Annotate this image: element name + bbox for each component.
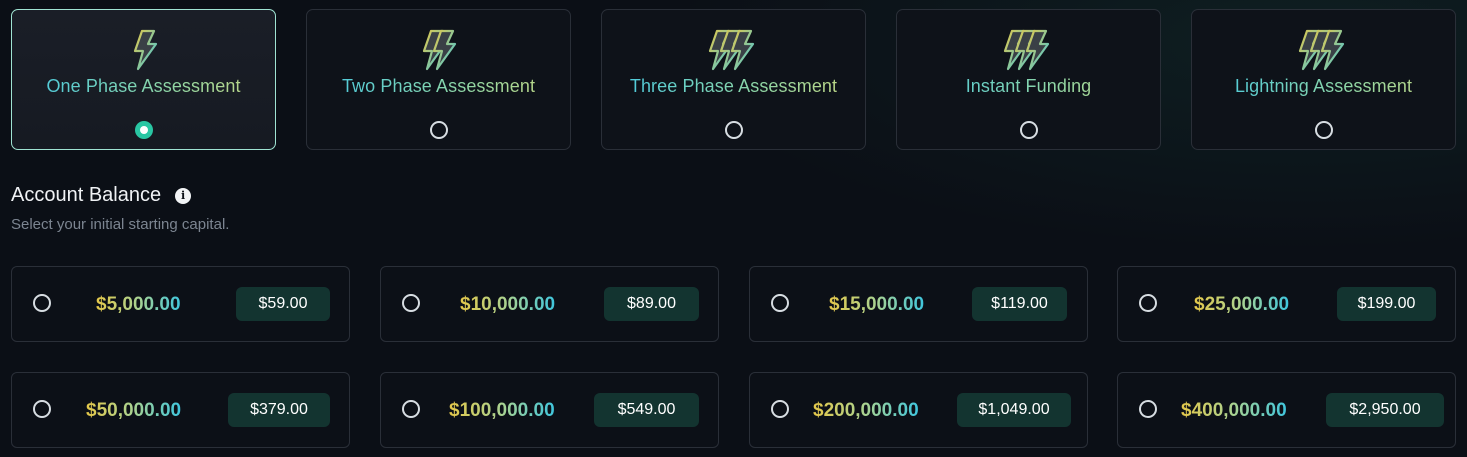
balance-amount: $400,000.00: [1181, 397, 1287, 425]
plan-card-two-phase[interactable]: Two Phase Assessment: [306, 9, 571, 150]
plan-radio-selected[interactable]: [134, 121, 153, 139]
plan-card-three-phase[interactable]: Three Phase Assessment: [601, 9, 866, 150]
balance-amount: $10,000.00: [460, 291, 555, 319]
section-title: Account Balance: [11, 184, 162, 206]
balance-radio[interactable]: [33, 294, 51, 312]
price-badge: $199.00: [1337, 287, 1436, 321]
balance-radio[interactable]: [1139, 400, 1157, 418]
plan-card-lightning[interactable]: Lightning Assessment: [1191, 9, 1456, 150]
price-badge: $2,950.00: [1326, 393, 1444, 427]
balance-radio[interactable]: [33, 400, 51, 418]
balance-option[interactable]: $100,000.00 $549.00: [380, 372, 719, 448]
balance-option[interactable]: $200,000.00 $1,049.00: [749, 372, 1088, 448]
balance-amount: $15,000.00: [829, 291, 924, 319]
price-badge: $119.00: [972, 287, 1067, 321]
balance-amount: $5,000.00: [96, 291, 181, 319]
balance-radio[interactable]: [771, 400, 789, 418]
price-badge: $1,049.00: [957, 393, 1071, 427]
triple-bolt-icon: [1298, 29, 1344, 71]
balance-option[interactable]: $5,000.00 $59.00: [11, 266, 350, 342]
price-badge: $379.00: [228, 393, 330, 427]
balance-option[interactable]: $10,000.00 $89.00: [380, 266, 719, 342]
balance-amount: $25,000.00: [1194, 291, 1289, 319]
plan-label: Lightning Assessment: [1192, 76, 1455, 97]
balance-amount: $50,000.00: [86, 397, 181, 425]
balance-amount: $200,000.00: [813, 397, 919, 425]
triple-bolt-icon: [708, 29, 754, 71]
section-subtitle: Select your initial starting capital.: [11, 216, 230, 233]
plan-radio[interactable]: [429, 121, 448, 139]
balance-option[interactable]: $25,000.00 $199.00: [1117, 266, 1456, 342]
balance-radio[interactable]: [402, 294, 420, 312]
double-bolt-icon: [422, 29, 456, 71]
plan-radio[interactable]: [1019, 121, 1038, 139]
plan-label: Instant Funding: [897, 76, 1160, 97]
balance-radio[interactable]: [402, 400, 420, 418]
plan-radio[interactable]: [724, 121, 743, 139]
plan-card-one-phase[interactable]: One Phase Assessment: [11, 9, 276, 150]
account-balance-heading: Account Balance i: [11, 184, 192, 207]
price-badge: $89.00: [604, 287, 699, 321]
balance-option[interactable]: $15,000.00 $119.00: [749, 266, 1088, 342]
price-badge: $549.00: [594, 393, 699, 427]
balance-radio[interactable]: [1139, 294, 1157, 312]
single-bolt-icon: [133, 29, 157, 71]
price-badge: $59.00: [236, 287, 330, 321]
balance-radio[interactable]: [771, 294, 789, 312]
plan-label: Three Phase Assessment: [602, 76, 865, 97]
plan-label: One Phase Assessment: [12, 76, 275, 97]
plan-card-instant-funding[interactable]: Instant Funding: [896, 9, 1161, 150]
plan-label: Two Phase Assessment: [307, 76, 570, 97]
info-icon[interactable]: i: [175, 187, 192, 204]
balance-option[interactable]: $400,000.00 $2,950.00: [1117, 372, 1456, 448]
balance-option[interactable]: $50,000.00 $379.00: [11, 372, 350, 448]
triple-bolt-icon: [1003, 29, 1049, 71]
balance-amount: $100,000.00: [449, 397, 555, 425]
plan-radio[interactable]: [1314, 121, 1333, 139]
assessment-type-selector: One Phase Assessment Two Phase Assessmen…: [11, 9, 1456, 150]
